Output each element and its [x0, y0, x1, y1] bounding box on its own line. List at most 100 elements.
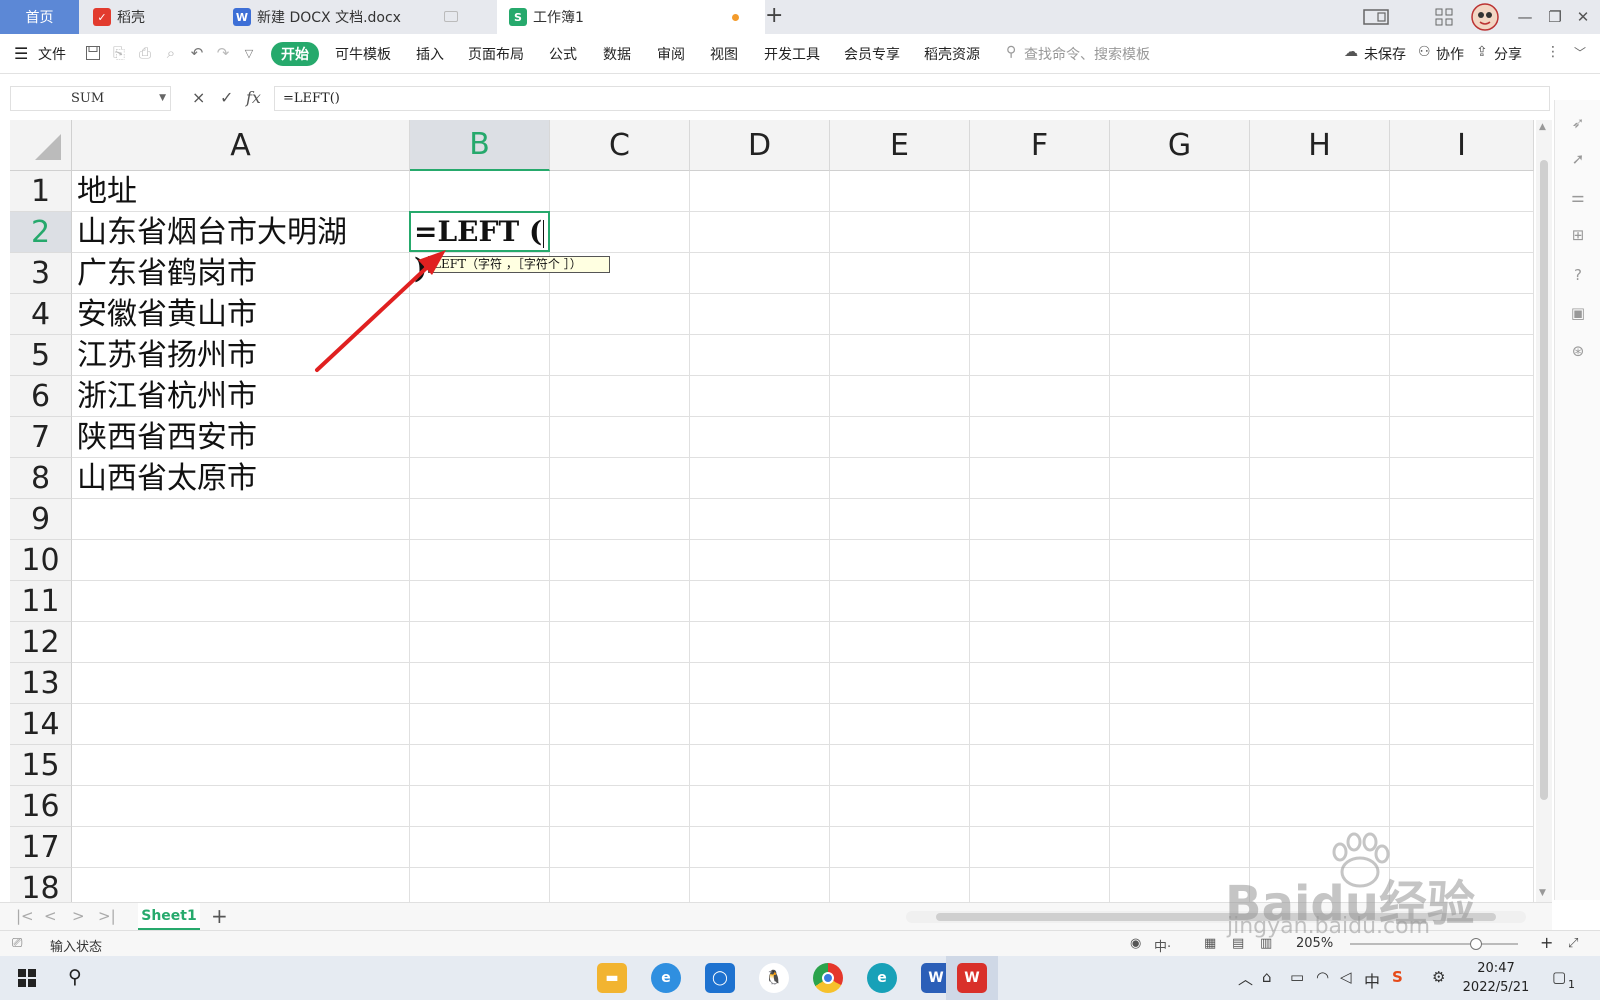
- qq-icon[interactable]: 🐧: [759, 963, 789, 993]
- undo-icon[interactable]: ↶: [188, 44, 206, 62]
- status-mode: 输入状态: [50, 940, 103, 955]
- sogou-ime-icon[interactable]: S: [1392, 968, 1403, 986]
- clock-time: 20:47: [1477, 961, 1515, 976]
- menu-item[interactable]: 会员专享: [844, 44, 900, 64]
- minimize-icon[interactable]: —: [1515, 5, 1535, 29]
- settings-gear-icon[interactable]: ⚙: [1432, 968, 1445, 986]
- macro-record-icon[interactable]: ⎚: [12, 936, 22, 951]
- browser-e-icon[interactable]: e: [651, 963, 681, 993]
- chevron-down-icon[interactable]: ▼: [159, 87, 166, 110]
- print-preview-icon[interactable]: ⌕: [162, 44, 180, 62]
- redo-icon[interactable]: ↷: [214, 44, 232, 62]
- notification-center-icon[interactable]: ▢: [1552, 968, 1566, 986]
- menu-file[interactable]: 文件: [38, 44, 66, 64]
- wps-icon[interactable]: W: [957, 963, 987, 993]
- ime-status-icon[interactable]: 中·: [1154, 936, 1171, 955]
- menu-item[interactable]: 数据: [603, 44, 631, 64]
- close-icon[interactable]: ✕: [1573, 5, 1593, 29]
- tab-daoke[interactable]: ✓ 稻壳: [81, 0, 219, 34]
- search-taskbar-icon[interactable]: ⚲: [68, 966, 82, 988]
- menu-item[interactable]: 公式: [549, 44, 577, 64]
- insert-function-button[interactable]: fx: [246, 88, 261, 107]
- windows-start-icon[interactable]: [18, 969, 36, 991]
- apps-grid-icon[interactable]: [1433, 5, 1455, 29]
- edge-beta-icon[interactable]: ◯: [705, 963, 735, 993]
- word-doc-icon: W: [233, 8, 251, 26]
- rocket-icon[interactable]: ➶: [1569, 114, 1587, 132]
- menu-item[interactable]: 稻壳资源: [924, 44, 980, 64]
- user-icon: ⚇: [1418, 44, 1431, 60]
- clock[interactable]: 20:47 2022/5/21: [1462, 959, 1530, 997]
- export-pdf-icon[interactable]: ⎘: [110, 44, 128, 62]
- menu-item[interactable]: 插入: [416, 44, 444, 64]
- more-icon[interactable]: ⋮: [1546, 44, 1560, 60]
- avatar[interactable]: [1470, 3, 1500, 31]
- scroll-down-icon[interactable]: ▼: [1539, 888, 1546, 898]
- eye-protection-icon[interactable]: ◉: [1130, 936, 1141, 951]
- menu-item[interactable]: 视图: [710, 44, 738, 64]
- menu-start[interactable]: 开始: [271, 42, 319, 66]
- menu-item[interactable]: 页面布局: [468, 44, 524, 64]
- unsaved-button[interactable]: 未保存: [1364, 44, 1406, 64]
- battery-icon[interactable]: ▭: [1290, 968, 1304, 986]
- menu-item[interactable]: 开发工具: [764, 44, 820, 64]
- file-explorer-icon[interactable]: ▬: [597, 963, 627, 993]
- next-sheet-icon[interactable]: >: [72, 907, 85, 925]
- search-icon[interactable]: ⚲: [1006, 44, 1016, 60]
- tray-expand-icon[interactable]: ︿: [1238, 968, 1253, 989]
- ime-indicator[interactable]: 中: [1364, 968, 1380, 992]
- save-icon[interactable]: [84, 44, 102, 62]
- edge-icon[interactable]: e: [867, 963, 897, 993]
- prev-sheet-icon[interactable]: <: [44, 907, 57, 925]
- confirm-formula-button[interactable]: ✓: [220, 88, 233, 107]
- zoom-slider[interactable]: [1350, 943, 1518, 945]
- cancel-formula-button[interactable]: ×: [192, 88, 205, 107]
- volume-icon[interactable]: ◁: [1340, 968, 1352, 986]
- format-icon[interactable]: ⊞: [1569, 226, 1587, 244]
- formula-input[interactable]: =LEFT(): [274, 86, 1550, 111]
- spreadsheet-grid[interactable]: A B C D E F G H I 1 2 3 4 5 6 7 8 9 10 1…: [10, 120, 1534, 902]
- customize-dropdown-icon[interactable]: ▽: [240, 44, 258, 62]
- add-sheet-button[interactable]: +: [211, 904, 228, 928]
- wifi-icon[interactable]: ◠: [1316, 968, 1329, 986]
- fullscreen-icon[interactable]: ⤢: [1568, 936, 1578, 951]
- sheet-tab-sheet1[interactable]: Sheet1: [138, 903, 200, 930]
- command-search-input[interactable]: 查找命令、搜索模板: [1024, 44, 1150, 64]
- vertical-scrollbar[interactable]: ▲ ▼: [1536, 120, 1552, 902]
- first-sheet-icon[interactable]: |<: [16, 907, 34, 925]
- daoke-icon: ✓: [93, 8, 111, 26]
- print-icon[interactable]: ⎙: [136, 44, 154, 62]
- backup-icon[interactable]: ⊛: [1569, 342, 1587, 360]
- clock-date: 2022/5/21: [1462, 980, 1530, 995]
- chrome-icon[interactable]: [813, 963, 843, 993]
- tab-home[interactable]: 首页: [0, 0, 79, 34]
- help-icon[interactable]: ?: [1569, 266, 1587, 284]
- network-app-icon[interactable]: ⌂: [1262, 968, 1272, 986]
- monitor-icon: [444, 11, 458, 22]
- menu-item[interactable]: 审阅: [657, 44, 685, 64]
- annotation-arrow-icon: [315, 250, 446, 372]
- name-box-value: SUM: [71, 91, 105, 106]
- collapse-ribbon-icon[interactable]: ﹀: [1574, 44, 1586, 61]
- window-layout-icon[interactable]: [1362, 5, 1390, 29]
- tab-workbook[interactable]: S 工作簿1: [497, 0, 765, 34]
- share-button[interactable]: 分享: [1494, 44, 1522, 64]
- tab-docx[interactable]: W 新建 DOCX 文档.docx: [221, 0, 496, 34]
- collab-button[interactable]: 协作: [1436, 44, 1464, 64]
- spreadsheet-icon: S: [509, 8, 527, 26]
- windows-taskbar: ⚲ ▬ e ◯ 🐧 e W W ︿ ⌂ ▭ ◠ ◁ 中 S ⚙ 20:47 20…: [0, 956, 1600, 1000]
- name-box[interactable]: SUM ▼: [10, 86, 171, 111]
- hamburger-menu-icon[interactable]: ☰: [14, 44, 28, 63]
- select-pointer-icon[interactable]: ➚: [1569, 150, 1587, 168]
- menu-item[interactable]: 可牛模板: [335, 44, 391, 64]
- new-tab-button[interactable]: +: [765, 3, 783, 28]
- scroll-up-icon[interactable]: ▲: [1539, 122, 1546, 132]
- normal-view-icon[interactable]: ▦: [1204, 936, 1216, 951]
- vertical-scroll-thumb[interactable]: [1540, 160, 1548, 800]
- property-icon[interactable]: ⚌: [1569, 188, 1587, 206]
- restore-icon[interactable]: ❐: [1545, 5, 1565, 29]
- zoom-in-icon[interactable]: +: [1540, 933, 1553, 952]
- image-icon[interactable]: ▣: [1569, 304, 1587, 322]
- right-task-pane-bar: ➶ ➚ ⚌ ⊞ ? ▣ ⊛: [1554, 100, 1600, 900]
- last-sheet-icon[interactable]: >|: [98, 907, 116, 925]
